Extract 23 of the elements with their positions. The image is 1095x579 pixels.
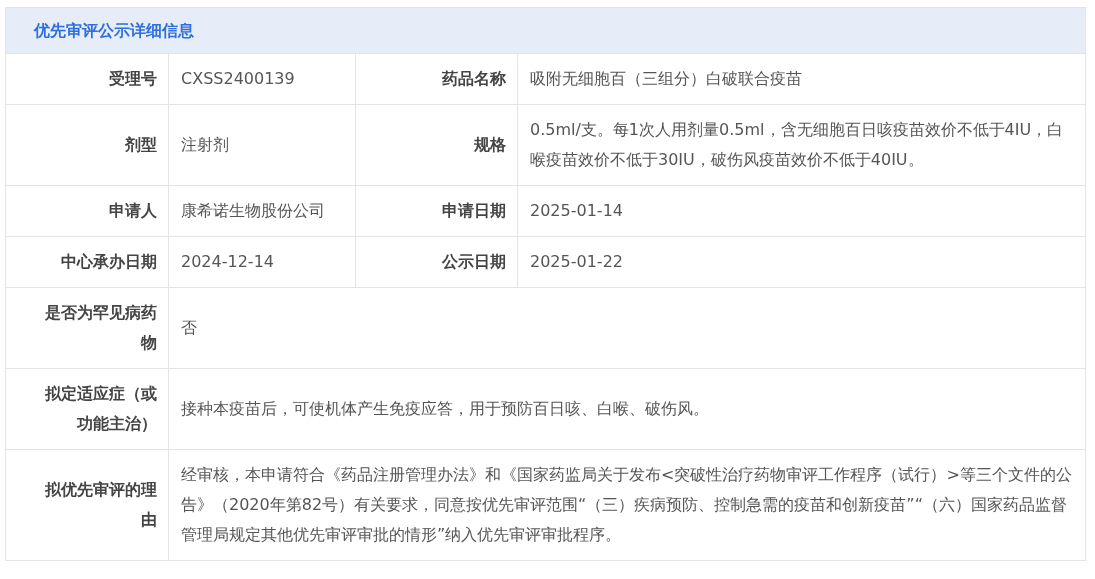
field-value: 2025-01-22	[530, 252, 623, 271]
field-value: 2025-01-14	[530, 201, 623, 220]
field-value: CXSS2400139	[181, 69, 295, 88]
field-label: 中心承办日期	[61, 252, 157, 271]
field-label: 受理号	[109, 69, 157, 88]
field-label: 药品名称	[442, 69, 506, 88]
field-value: 经审核，本申请符合《药品注册管理办法》和《国家药监局关于发布<突破性治疗药物审评工作程序（试行）>等三个文件的公告》（2020年第82号）有关要求，同意按优先审评范围“（三）疾病预防、控制急需的疫苗和创新疫苗”“（六）国家药品监督管理局规定其他优先审评审批的情形”纳入优先审评审批程序。	[181, 465, 1072, 544]
field-label: 规格	[474, 135, 506, 154]
field-label: 是否为罕见病药物	[45, 303, 157, 352]
field-value: 接种本疫苗后，可使机体产生免疫应答，用于预防百日咳、白喉、破伤风。	[181, 399, 709, 418]
field-value: 否	[181, 318, 197, 337]
section-title: 优先审评公示详细信息	[5, 7, 1086, 54]
field-value: 0.5ml/支。每1次人用剂量0.5ml，含无细胞百日咳疫苗效价不低于4IU，白喉疫苗效价不低于30IU，破伤风疫苗效价不低于40IU。	[530, 120, 1064, 169]
field-value: 康希诺生物股份公司	[181, 201, 325, 220]
field-label: 申请日期	[442, 201, 506, 220]
field-value: 吸附无细胞百（三组分）白破联合疫苗	[530, 69, 802, 88]
field-label: 拟优先审评的理由	[45, 480, 157, 529]
field-label: 拟定适应症（或功能主治）	[45, 384, 157, 433]
field-label: 申请人	[109, 201, 157, 220]
field-value: 注射剂	[181, 135, 229, 154]
field-value: 2024-12-14	[181, 252, 274, 271]
field-label: 剂型	[125, 135, 157, 154]
field-label: 公示日期	[442, 252, 506, 271]
